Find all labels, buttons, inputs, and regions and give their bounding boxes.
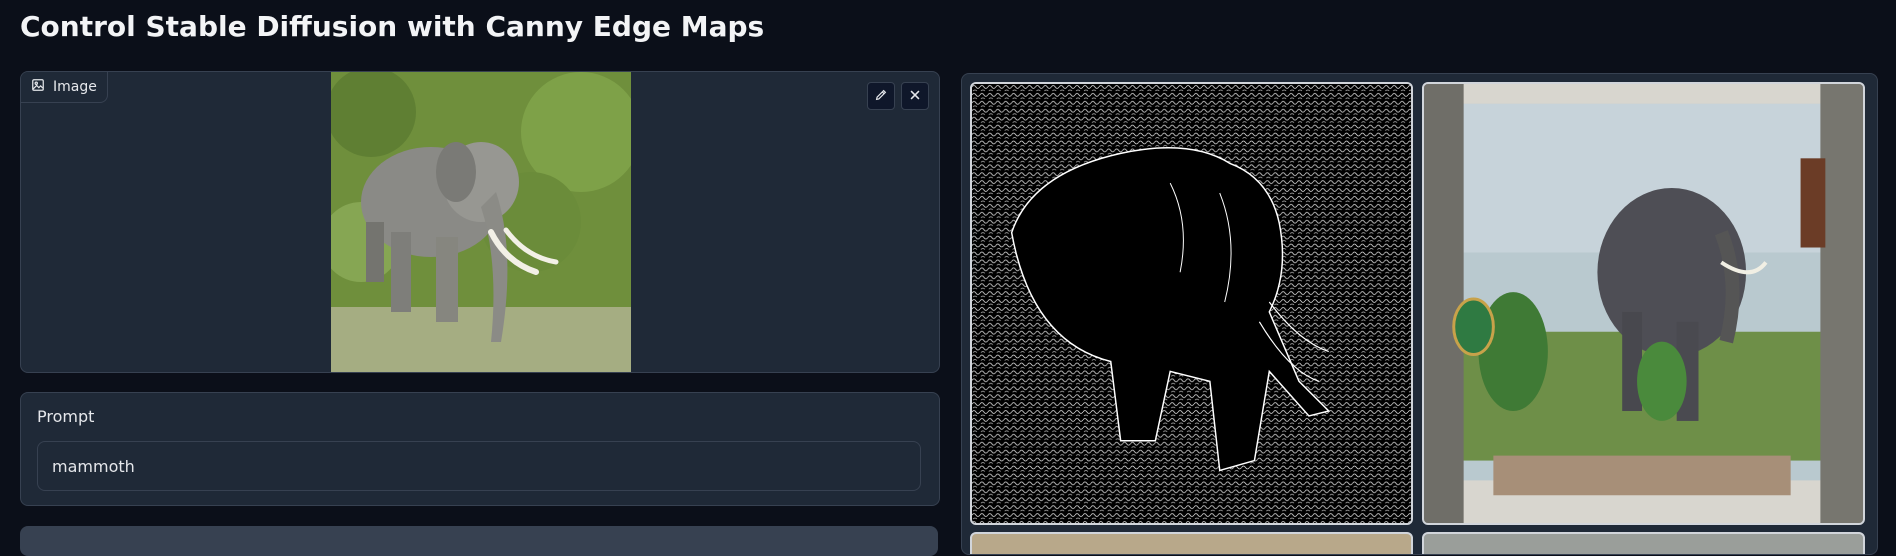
gallery-item-partial-4[interactable] [1422,532,1865,554]
image-actions [867,82,929,110]
image-icon [31,78,45,96]
page-title: Control Stable Diffusion with Canny Edge… [20,10,765,43]
prompt-panel: Prompt [20,392,940,506]
output-gallery [961,73,1878,555]
close-icon [908,87,922,106]
image-input-panel[interactable]: Image [20,71,940,373]
clear-image-button[interactable] [901,82,929,110]
prompt-input[interactable] [37,441,921,491]
gallery-item-partial-3[interactable] [970,532,1413,554]
pencil-icon [874,87,888,106]
gallery-item-canny-edge-map[interactable] [970,82,1413,525]
prompt-label: Prompt [37,407,95,426]
image-label: Image [21,72,108,103]
collapsed-panel[interactable] [20,526,938,556]
image-label-text: Image [53,79,97,95]
edit-image-button[interactable] [867,82,895,110]
gallery-item-generated-mammoth[interactable] [1422,82,1865,525]
uploaded-elephant-photo [331,72,631,372]
